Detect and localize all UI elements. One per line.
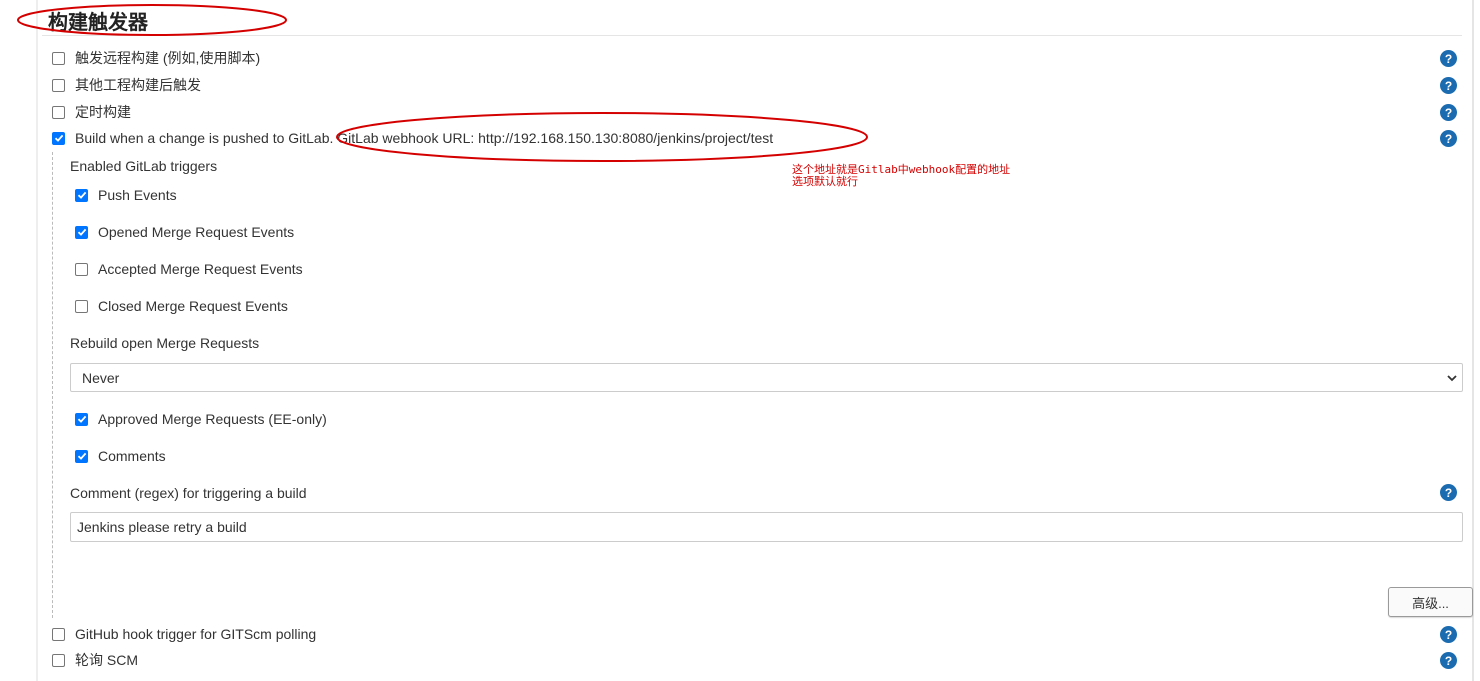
checkbox[interactable] <box>52 653 65 667</box>
rebuild-select[interactable]: Never <box>70 363 1463 392</box>
event-accepted-mr[interactable]: Accepted Merge Request Events <box>75 259 303 279</box>
event-label: Closed Merge Request Events <box>98 298 288 314</box>
option-label: Comments <box>98 448 166 464</box>
comment-regex-value: Jenkins please retry a build <box>77 519 247 535</box>
trigger-label: 轮询 SCM <box>75 652 138 668</box>
trigger-poll-scm[interactable]: 轮询 SCM <box>52 650 138 670</box>
approved-mr[interactable]: Approved Merge Requests (EE-only) <box>75 409 327 429</box>
annotation-ellipse-title <box>17 4 287 36</box>
trigger-github-hook[interactable]: GitHub hook trigger for GITScm polling <box>52 624 316 644</box>
help-icon[interactable]: ? <box>1440 484 1457 501</box>
checkbox[interactable] <box>75 262 88 276</box>
annotation-line-2: 选项默认就行 <box>792 175 858 188</box>
advanced-button[interactable]: 高级... <box>1388 587 1473 617</box>
chevron-down-icon <box>1447 375 1457 382</box>
comments-option[interactable]: Comments <box>75 446 166 466</box>
right-scrollbar-track[interactable] <box>1472 0 1474 681</box>
event-push[interactable]: Push Events <box>75 185 177 205</box>
annotation-ellipse-url <box>336 112 868 162</box>
trigger-label: 定时构建 <box>75 104 131 120</box>
checkbox[interactable] <box>52 105 65 119</box>
event-label: Push Events <box>98 187 177 203</box>
trigger-after-other-project[interactable]: 其他工程构建后触发 <box>52 75 201 95</box>
help-icon[interactable]: ? <box>1440 626 1457 643</box>
help-icon[interactable]: ? <box>1440 130 1457 147</box>
rebuild-label: Rebuild open Merge Requests <box>70 335 260 351</box>
event-label: Opened Merge Request Events <box>98 224 295 240</box>
comment-regex-input[interactable]: Jenkins please retry a build <box>70 512 1463 542</box>
trigger-label: GitHub hook trigger for GITScm polling <box>75 626 317 642</box>
checkbox[interactable] <box>52 78 65 92</box>
enabled-triggers-label: Enabled GitLab triggers <box>70 158 218 174</box>
checkbox[interactable] <box>52 131 65 145</box>
event-label: Accepted Merge Request Events <box>98 261 303 277</box>
checkbox[interactable] <box>75 188 88 202</box>
trigger-label: 触发远程构建 (例如,使用脚本) <box>75 50 261 66</box>
checkbox[interactable] <box>75 299 88 313</box>
help-icon[interactable]: ? <box>1440 104 1457 121</box>
rebuild-select-value: Never <box>82 369 120 386</box>
annotation-note: 这个地址就是Gitlab中webhook配置的地址 选项默认就行 <box>792 164 1010 188</box>
help-icon[interactable]: ? <box>1440 652 1457 669</box>
trigger-remote-build[interactable]: 触发远程构建 (例如,使用脚本) <box>52 48 260 68</box>
checkbox[interactable] <box>52 627 65 641</box>
nested-options-guide <box>52 152 53 618</box>
trigger-label: 其他工程构建后触发 <box>75 77 201 93</box>
help-icon[interactable]: ? <box>1440 77 1457 94</box>
checkbox[interactable] <box>75 412 88 426</box>
comment-regex-label: Comment (regex) for triggering a build <box>70 485 307 501</box>
trigger-timed-build[interactable]: 定时构建 <box>52 102 131 122</box>
checkbox[interactable] <box>75 449 88 463</box>
event-closed-mr[interactable]: Closed Merge Request Events <box>75 296 288 316</box>
checkbox[interactable] <box>52 51 65 65</box>
help-icon[interactable]: ? <box>1440 50 1457 67</box>
event-opened-mr[interactable]: Opened Merge Request Events <box>75 222 294 242</box>
left-border <box>36 0 38 681</box>
checkbox[interactable] <box>75 225 88 239</box>
option-label: Approved Merge Requests (EE-only) <box>98 411 327 427</box>
